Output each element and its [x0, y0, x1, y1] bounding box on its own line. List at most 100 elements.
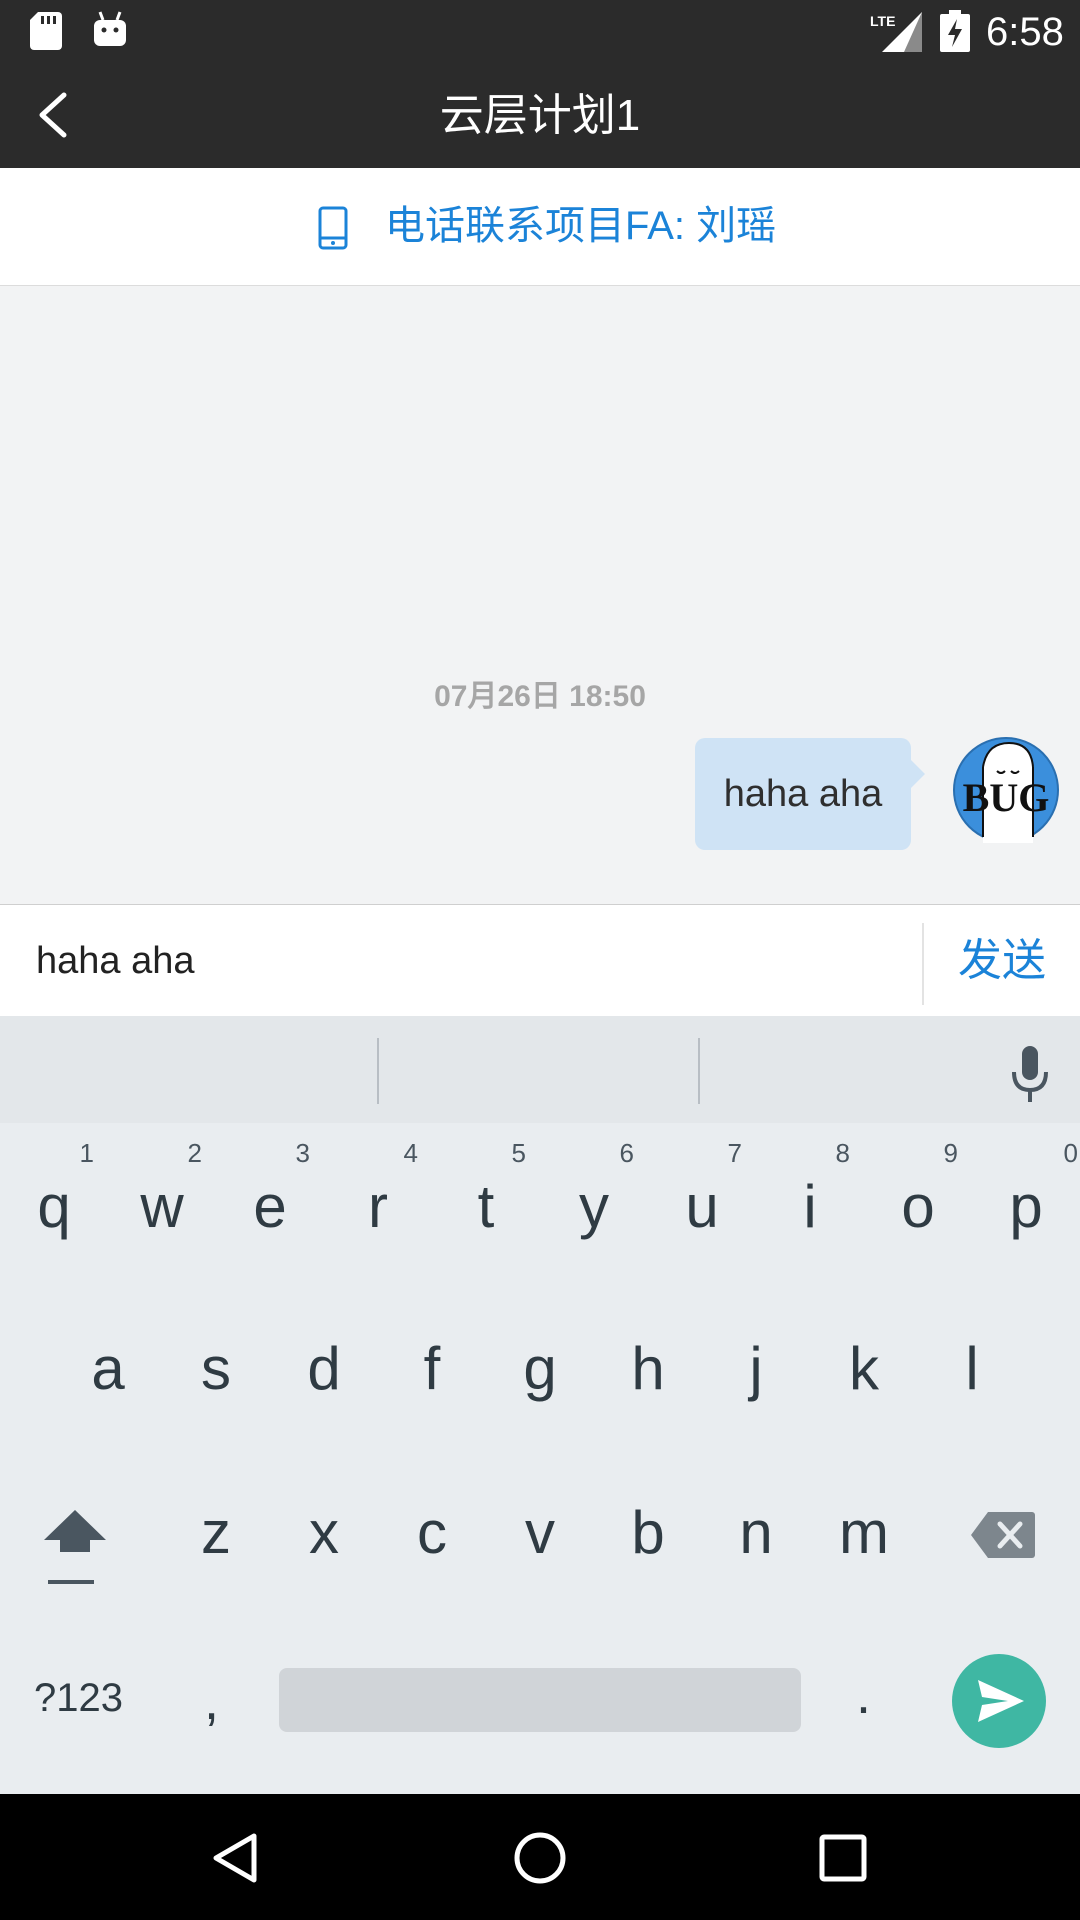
key-label: p — [1009, 1173, 1043, 1240]
key-c[interactable]: c — [378, 1458, 486, 1608]
key-o[interactable]: 9o — [864, 1130, 972, 1280]
send-button[interactable]: 发送 — [924, 905, 1080, 1017]
android-icon — [94, 11, 126, 46]
key-t[interactable]: 5t — [432, 1130, 540, 1280]
sd-card-icon — [30, 12, 62, 50]
key-label: s — [201, 1335, 231, 1402]
key-a[interactable]: a — [54, 1294, 162, 1444]
message-timestamp: 07月26日 18:50 — [434, 680, 646, 713]
key-j[interactable]: j — [702, 1294, 810, 1444]
key-m[interactable]: m — [810, 1458, 918, 1608]
toolbar: 云层计划1 — [0, 63, 1080, 168]
page-title: 云层计划1 — [439, 91, 641, 140]
contact-fa-label: 电话联系项目FA: 刘瑶 — [385, 204, 777, 248]
key-hint: 6 — [619, 1138, 634, 1168]
send-key[interactable] — [952, 1654, 1046, 1748]
message-text: haha aha — [723, 773, 883, 815]
key-i[interactable]: 8i — [756, 1130, 864, 1280]
key-f[interactable]: f — [378, 1294, 486, 1444]
key-h[interactable]: h — [594, 1294, 702, 1444]
lte-label: LTE — [870, 13, 895, 29]
key-w[interactable]: 2w — [108, 1130, 216, 1280]
status-time: 6:58 — [986, 10, 1064, 54]
key-label: j — [749, 1335, 763, 1402]
key-label: k — [849, 1335, 879, 1402]
key-label: t — [477, 1173, 495, 1240]
key-hint: 3 — [295, 1138, 310, 1168]
key-b[interactable]: b — [594, 1458, 702, 1608]
suggestion-strip — [0, 1016, 1080, 1123]
key-s[interactable]: s — [162, 1294, 270, 1444]
key-label: r — [368, 1173, 388, 1240]
message-input-bar: 发送 — [0, 904, 1080, 1017]
key-label: b — [631, 1499, 665, 1566]
key-label: y — [579, 1173, 609, 1240]
microphone-icon[interactable] — [1010, 1046, 1050, 1104]
key-label: d — [307, 1335, 341, 1402]
key-label: e — [253, 1173, 287, 1240]
key-hint: 5 — [511, 1138, 526, 1168]
back-triangle-icon[interactable] — [208, 1830, 264, 1886]
key-label: u — [685, 1173, 719, 1240]
system-nav-bar — [0, 1794, 1080, 1920]
avatar[interactable]: BUG — [953, 737, 1059, 843]
key-hint: 1 — [79, 1138, 94, 1168]
key-label: z — [201, 1499, 231, 1566]
key-label: f — [423, 1335, 441, 1402]
comma-key[interactable]: , — [204, 1670, 219, 1732]
key-label: w — [140, 1173, 184, 1240]
key-label: v — [525, 1499, 555, 1566]
key-hint: 4 — [403, 1138, 418, 1168]
symbols-key[interactable]: ?123 — [34, 1676, 123, 1721]
key-label: a — [91, 1335, 125, 1402]
key-e[interactable]: 3e — [216, 1130, 324, 1280]
contact-fa-bar[interactable]: 电话联系项目FA: 刘瑶 — [0, 168, 1080, 286]
message-bubble-outgoing[interactable]: haha aha — [695, 738, 925, 850]
battery-charging-icon — [940, 10, 970, 52]
lte-signal-icon: LTE — [870, 12, 922, 52]
key-label: n — [739, 1499, 773, 1566]
key-hint: 8 — [835, 1138, 850, 1168]
suggestion-divider — [698, 1038, 700, 1104]
key-d[interactable]: d — [270, 1294, 378, 1444]
space-bar[interactable] — [279, 1668, 801, 1732]
key-r[interactable]: 4r — [324, 1130, 432, 1280]
chat-area[interactable]: 07月26日 18:50 haha aha BUG — [0, 286, 1080, 904]
key-v[interactable]: v — [486, 1458, 594, 1608]
key-x[interactable]: x — [270, 1458, 378, 1608]
key-label: h — [631, 1335, 665, 1402]
avatar-label: BUG — [963, 775, 1050, 820]
shift-icon[interactable] — [40, 1500, 110, 1590]
key-n[interactable]: n — [702, 1458, 810, 1608]
key-hint: 9 — [943, 1138, 958, 1168]
key-label: x — [309, 1499, 339, 1566]
period-key[interactable]: . — [856, 1664, 871, 1726]
key-z[interactable]: z — [162, 1458, 270, 1608]
key-label: m — [839, 1499, 889, 1566]
key-q[interactable]: 1q — [0, 1130, 108, 1280]
key-label: c — [417, 1499, 447, 1566]
key-label: l — [965, 1335, 979, 1402]
phone-icon — [318, 206, 348, 250]
key-hint: 0 — [1063, 1138, 1078, 1168]
recents-square-icon[interactable] — [815, 1830, 871, 1886]
key-y[interactable]: 6y — [540, 1130, 648, 1280]
key-k[interactable]: k — [810, 1294, 918, 1444]
key-label: g — [523, 1335, 557, 1402]
key-hint: 2 — [187, 1138, 202, 1168]
key-label: q — [37, 1173, 71, 1240]
key-l[interactable]: l — [918, 1294, 1026, 1444]
key-g[interactable]: g — [486, 1294, 594, 1444]
suggestion-divider — [377, 1038, 379, 1104]
message-input[interactable] — [0, 905, 922, 1017]
key-p[interactable]: 0p — [972, 1130, 1080, 1280]
key-hint: 7 — [727, 1138, 742, 1168]
home-circle-icon[interactable] — [512, 1830, 568, 1886]
key-u[interactable]: 7u — [648, 1130, 756, 1280]
status-bar: LTE 6:58 — [0, 0, 1080, 63]
key-label: o — [901, 1173, 935, 1240]
send-arrow-icon — [978, 1680, 1024, 1722]
backspace-icon[interactable] — [970, 1510, 1036, 1560]
bubble-tail — [911, 760, 925, 788]
key-label: i — [803, 1173, 817, 1240]
